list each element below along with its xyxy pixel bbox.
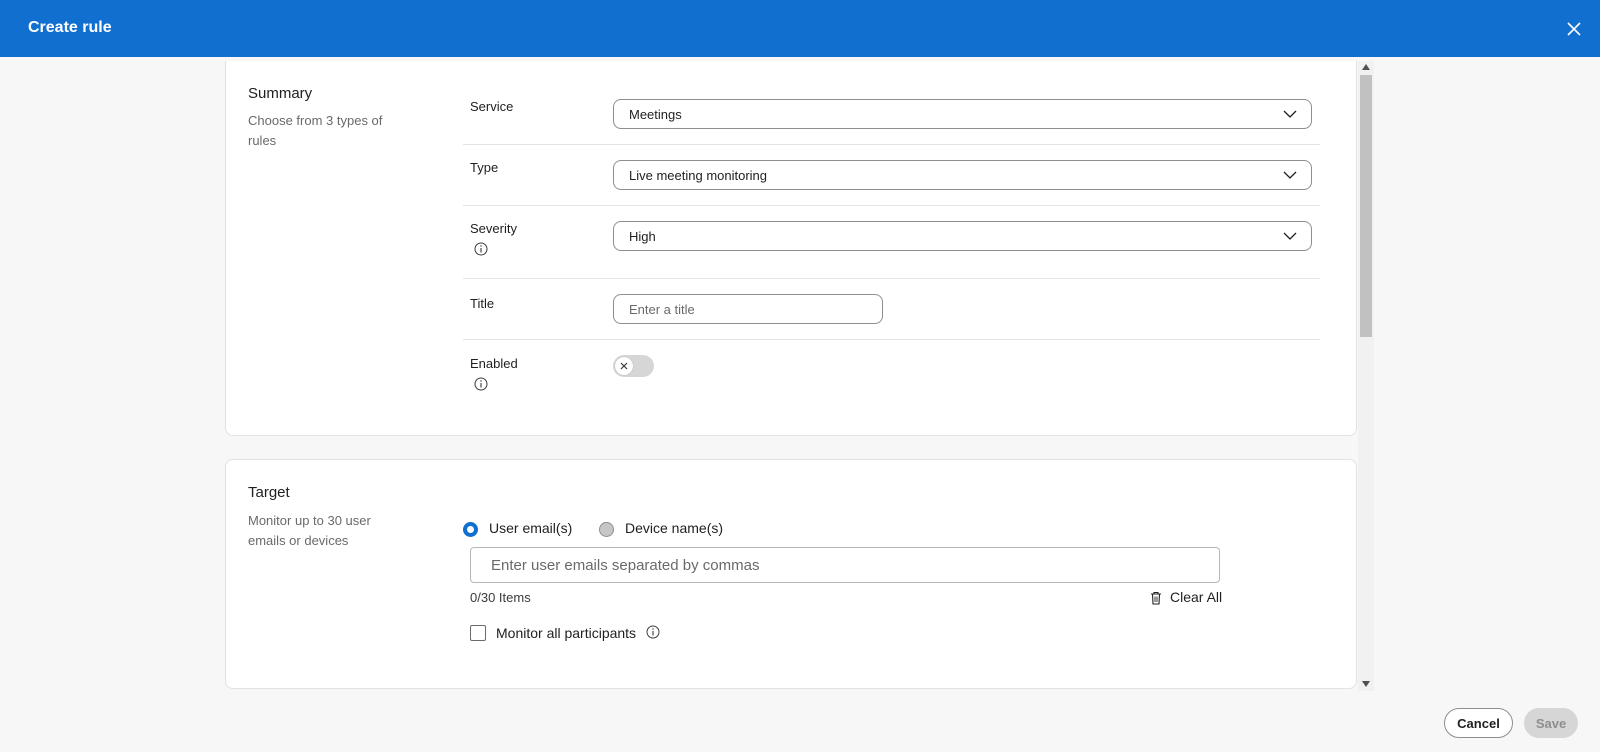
divider — [463, 144, 1320, 145]
user-email-radio[interactable] — [463, 522, 478, 537]
type-label: Type — [470, 160, 499, 175]
clear-all-label: Clear All — [1170, 589, 1223, 605]
divider — [463, 205, 1320, 206]
user-email-label[interactable]: User email(s) — [489, 520, 572, 536]
trash-icon — [1151, 591, 1161, 605]
title-input[interactable] — [613, 294, 883, 324]
summary-description: Choose from 3 types of rules — [248, 113, 383, 148]
items-count: 0/30 Items — [470, 590, 531, 605]
dialog-title: Create rule — [28, 19, 112, 36]
target-title: Target — [248, 484, 290, 501]
summary-title: Summary — [248, 85, 313, 102]
enabled-toggle[interactable] — [613, 355, 654, 377]
cancel-button[interactable]: Cancel — [1444, 708, 1513, 738]
summary-section: Summary Choose from 3 types of rules Ser… — [225, 61, 1357, 436]
title-label: Title — [470, 296, 495, 311]
type-select[interactable]: Live meeting monitoring — [613, 160, 1312, 190]
close-icon[interactable] — [1564, 19, 1584, 39]
scroll-up-arrow-icon[interactable] — [1362, 64, 1370, 70]
severity-label: Severity — [470, 221, 517, 236]
toggle-knob — [615, 357, 633, 375]
chevron-down-icon — [1283, 110, 1297, 118]
monitor-all-label[interactable]: Monitor all participants — [496, 625, 636, 641]
severity-value: High — [629, 229, 656, 244]
dialog-header: Create rule — [0, 0, 1600, 57]
enabled-label: Enabled — [470, 356, 518, 371]
device-name-radio[interactable] — [599, 522, 614, 537]
severity-select[interactable]: High — [613, 221, 1312, 251]
user-emails-input[interactable] — [470, 547, 1220, 583]
chevron-down-icon — [1283, 232, 1297, 240]
info-icon[interactable] — [646, 625, 660, 639]
save-button[interactable]: Save — [1524, 708, 1578, 738]
service-value: Meetings — [629, 107, 682, 122]
service-label: Service — [470, 99, 514, 114]
type-value: Live meeting monitoring — [629, 168, 768, 183]
target-description: Monitor up to 30 user emails or devices — [248, 513, 371, 548]
divider — [463, 278, 1320, 279]
device-name-label[interactable]: Device name(s) — [625, 520, 723, 536]
info-icon[interactable] — [474, 242, 488, 256]
scrollbar-thumb[interactable] — [1360, 75, 1372, 337]
chevron-down-icon — [1283, 171, 1297, 179]
service-select[interactable]: Meetings — [613, 99, 1312, 129]
info-icon[interactable] — [474, 377, 488, 391]
monitor-all-checkbox[interactable] — [470, 625, 486, 641]
scrollbar[interactable] — [1358, 61, 1374, 691]
divider — [463, 339, 1320, 340]
x-icon — [620, 362, 628, 370]
target-section: Target Monitor up to 30 user emails or d… — [225, 459, 1357, 689]
scroll-down-arrow-icon[interactable] — [1362, 681, 1370, 687]
